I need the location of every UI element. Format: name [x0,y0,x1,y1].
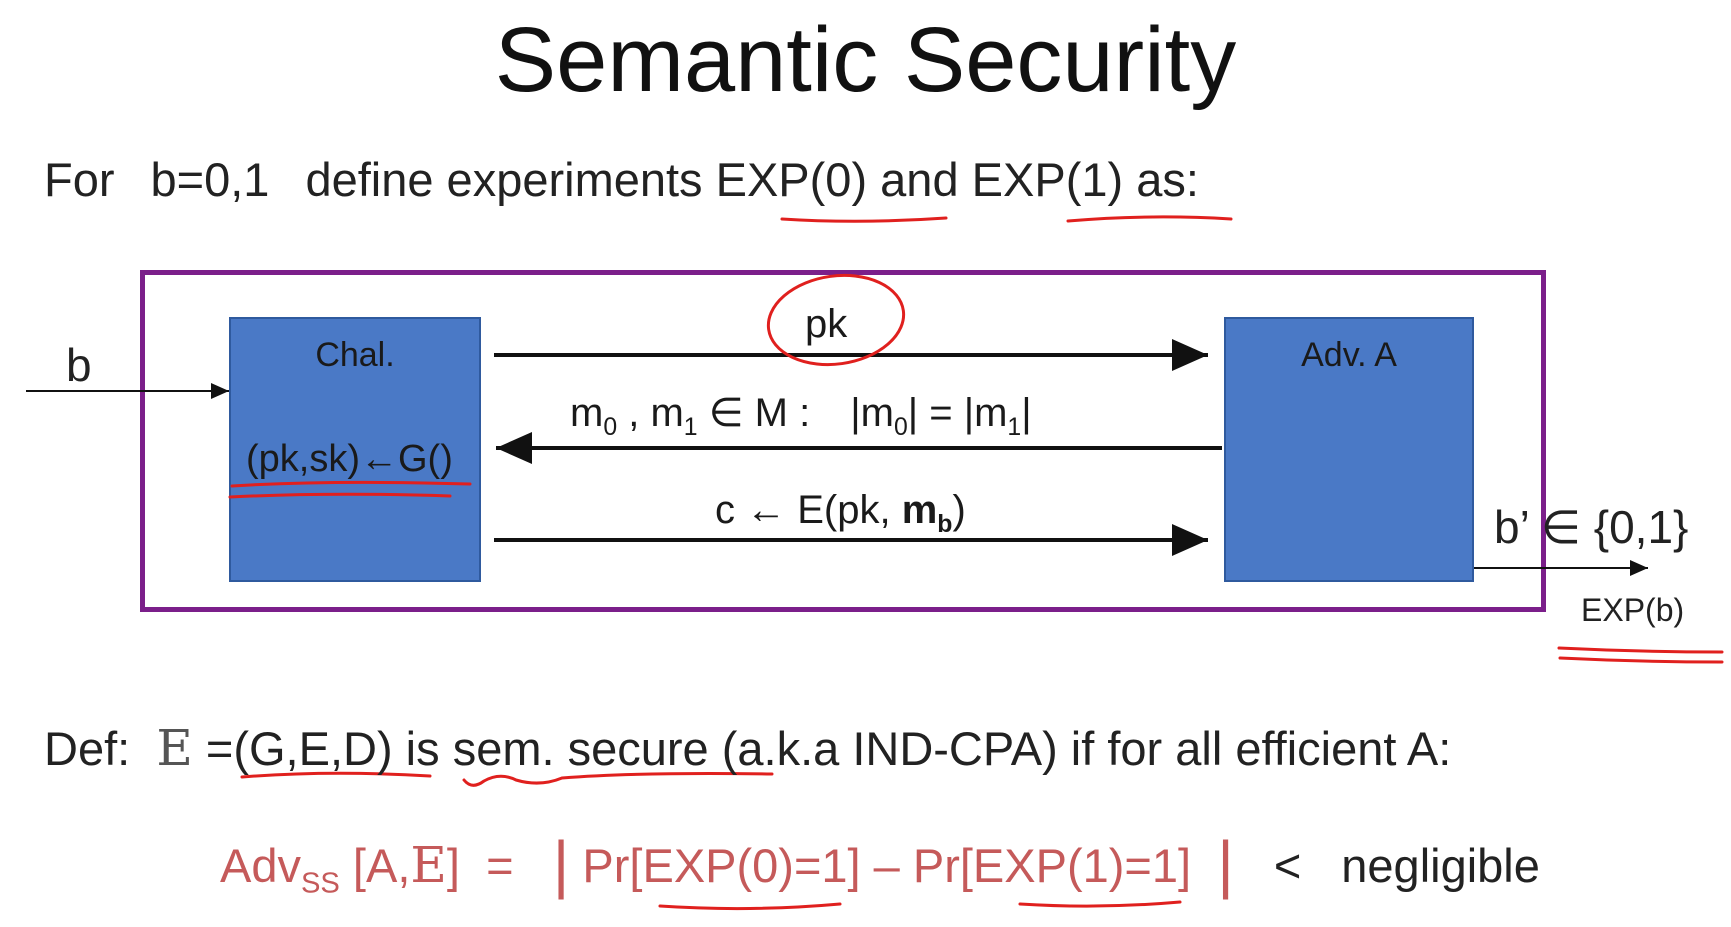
m1-sub: 1 [683,414,698,441]
output-exp-b-label: EXP(b) [1581,592,1685,628]
keygen-arrow: ← [360,438,398,480]
definition-line: Def: E =(G,E,D) is sem. secure (a.k.a IN… [44,718,1451,779]
ciphertext-label: c ← E(pk, mb) [715,488,966,539]
keygen-text: (pk,sk)←G() [246,438,453,481]
cond-b: | = |m [907,391,1008,435]
cipher-close: ) [952,488,966,532]
cond-sub1: 1 [1007,414,1022,441]
formula-bar-right: | [1217,828,1234,900]
cond-sub0: 0 [893,414,908,441]
def-secure: sem. secure [452,722,709,775]
formula-minus: – [860,839,913,892]
pk-label: pk [805,302,848,346]
underline-exp-b-1 [1557,646,1724,654]
cipher-m: m [901,488,938,532]
formula-scheme-symbol: E [410,836,447,894]
cipher-prefix: c ← E(pk, [715,488,902,532]
formula-eq: = [486,839,514,892]
m0-sub: 0 [603,414,618,441]
underline-exp1 [1066,215,1233,223]
keygen-pair: (pk,sk) [246,438,360,480]
def-tuple: (G,E,D) [233,722,393,775]
def-scheme-symbol: E [156,719,193,777]
formula-adv-sub: SS [301,867,340,900]
formula-pr0: Pr[EXP(0)=1] [582,839,861,892]
challenger-label: Chal. [315,336,395,374]
underline-exp0 [780,216,948,223]
output-b-prime-label: b’ ∈ {0,1} [1494,501,1689,553]
formula-pr1: Pr[EXP(1)=1] [912,839,1192,892]
def-is: is [392,722,453,775]
def-label: Def: [44,722,131,775]
keygen-call: G() [398,438,453,480]
underline-exp-b-2 [1558,656,1724,664]
m-comma: , [617,391,651,435]
def-eq: = [192,722,234,775]
cond-a: |m [850,391,894,435]
cond-c: | [1021,391,1032,435]
red-annotations [228,215,1724,911]
adversary-label: Adv. A [1301,336,1397,374]
formula-args-close: ] [446,839,460,892]
formula-lt: < [1273,839,1302,892]
formula-args-open: [A, [339,839,411,892]
formula-adv: Adv [220,839,301,892]
advantage-formula: AdvSS [A,E] = | Pr[EXP(0)=1] – Pr[EXP(1)… [220,830,1540,913]
message-choice-label: m0 , m1 ∈ M : |m0| = |m1| [570,390,1032,442]
formula-bar-left: | [552,828,570,900]
formula-negligible: negligible [1341,839,1540,892]
underline-keygen-2 [228,492,452,499]
m0-letter: m [570,391,604,435]
underline-keygen-1 [230,480,472,488]
m1-letter: m [650,391,684,435]
m-in-set: ∈ M : [697,391,811,435]
def-rest: (a.k.a IND-CPA) if for all efficient A: [708,722,1452,775]
cipher-sub: b [937,511,953,538]
input-b-label: b [66,339,92,391]
